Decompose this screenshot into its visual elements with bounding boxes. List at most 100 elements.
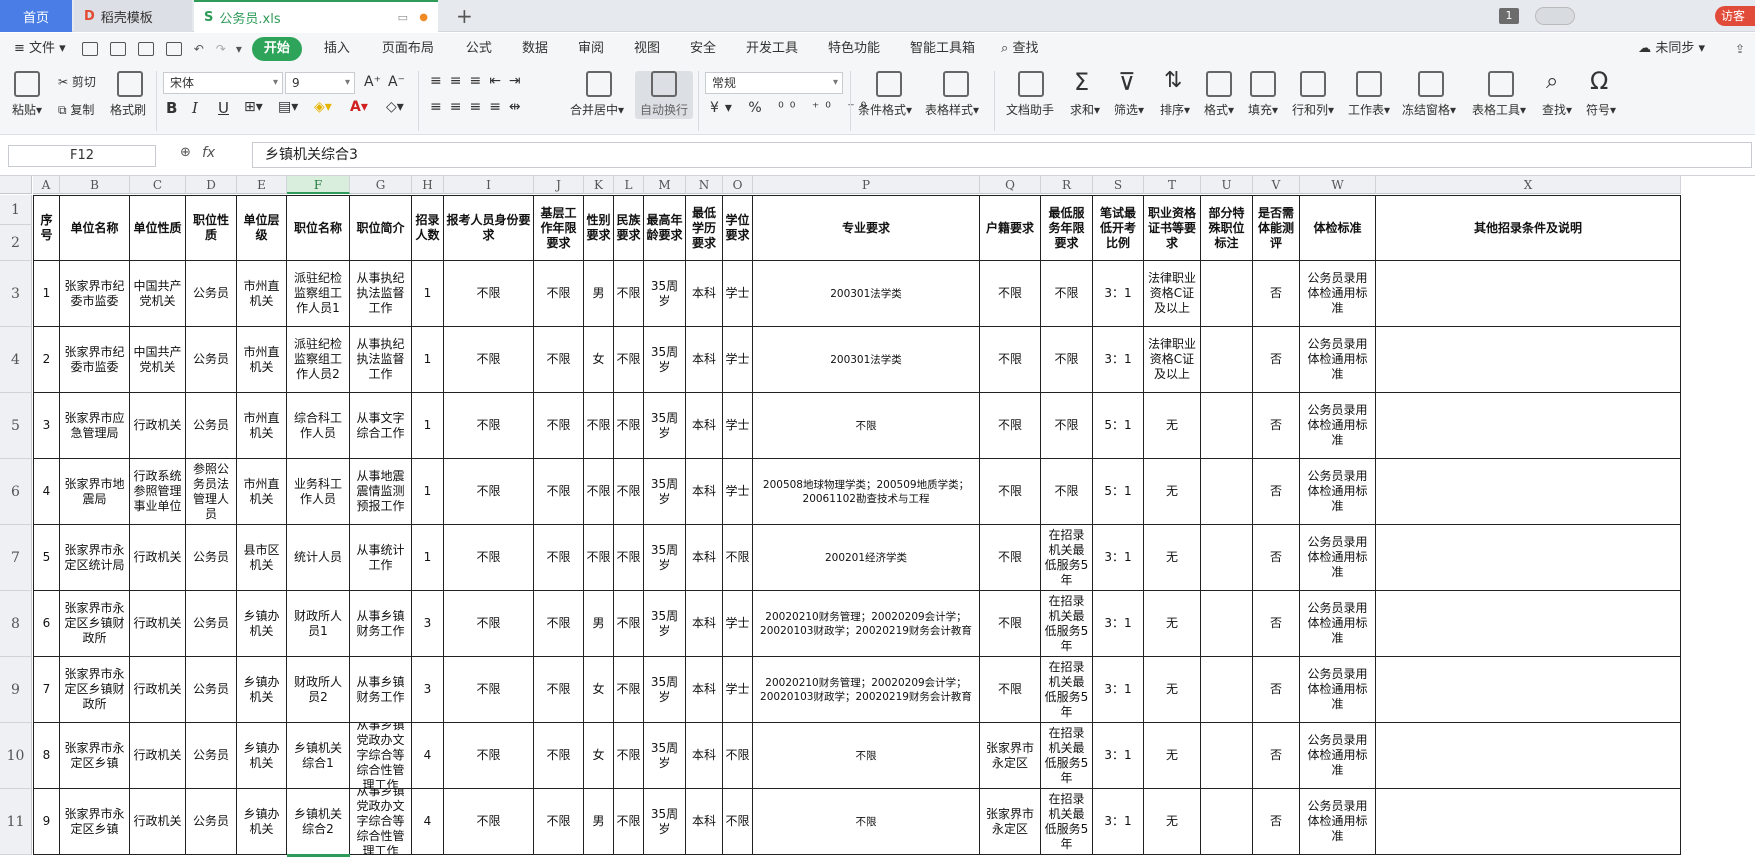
- italic-button[interactable]: I: [192, 99, 198, 117]
- table-cell[interactable]: 不限: [444, 393, 534, 459]
- table-cell[interactable]: 业务科工作人员: [287, 459, 350, 525]
- column-header-l[interactable]: L: [614, 176, 644, 194]
- table-cell[interactable]: 乡镇机关综合1: [287, 723, 350, 789]
- table-cell[interactable]: 法律职业资格C证及以上: [1144, 261, 1201, 327]
- table-cell[interactable]: 乡镇机关综合2: [287, 789, 350, 855]
- table-cell[interactable]: 张家界市应急管理局: [60, 393, 130, 459]
- column-header-g[interactable]: G: [350, 176, 412, 194]
- table-cell[interactable]: 不限: [614, 327, 644, 393]
- table-cell[interactable]: 女: [584, 657, 614, 723]
- table-cell[interactable]: 无: [1144, 657, 1201, 723]
- table-cell[interactable]: 张家界市纪委市监委: [60, 327, 130, 393]
- table-cell[interactable]: 张家界市永定区乡镇财政所: [60, 591, 130, 657]
- table-cell[interactable]: 不限: [980, 261, 1041, 327]
- table-cell[interactable]: 本科: [686, 327, 723, 393]
- column-header-o[interactable]: O: [723, 176, 753, 194]
- format-icon[interactable]: [1206, 71, 1232, 97]
- table-cell[interactable]: 35周岁: [644, 591, 686, 657]
- table-header-cell[interactable]: 部分特殊职位标注: [1201, 195, 1253, 261]
- table-cell[interactable]: 200201经济学类: [753, 525, 980, 591]
- table-cell[interactable]: 不限: [614, 789, 644, 855]
- table-cell[interactable]: 学士: [723, 591, 753, 657]
- table-cell[interactable]: 男: [584, 261, 614, 327]
- table-tools-button[interactable]: 表格工具▾: [1472, 101, 1526, 118]
- table-cell[interactable]: 否: [1253, 459, 1300, 525]
- fill-color-icon[interactable]: ◈▾: [314, 99, 332, 115]
- table-cell[interactable]: 3：1: [1093, 723, 1144, 789]
- increase-font-icon[interactable]: A⁺: [364, 74, 381, 90]
- table-header-cell[interactable]: 报考人员身份要求: [444, 195, 534, 261]
- table-cell[interactable]: 公务员录用体检通用标准: [1300, 657, 1376, 723]
- menu-page-layout[interactable]: 页面布局: [372, 37, 444, 61]
- table-cell[interactable]: 否: [1253, 657, 1300, 723]
- table-cell[interactable]: 公务员录用体检通用标准: [1300, 327, 1376, 393]
- table-cell[interactable]: [1376, 459, 1681, 525]
- table-cell[interactable]: [1376, 789, 1681, 855]
- filter-icon[interactable]: ⊽: [1118, 68, 1136, 96]
- menu-formula[interactable]: 公式: [456, 37, 502, 61]
- table-cell[interactable]: 本科: [686, 657, 723, 723]
- table-cell[interactable]: 不限: [614, 591, 644, 657]
- table-cell[interactable]: 1: [412, 261, 444, 327]
- menu-insert[interactable]: 插入: [314, 37, 360, 61]
- column-header-x[interactable]: X: [1376, 176, 1681, 194]
- table-cell[interactable]: 不限: [1041, 393, 1093, 459]
- table-cell[interactable]: 公务员: [186, 525, 237, 591]
- row-header-9[interactable]: 9: [0, 657, 32, 723]
- paste-icon[interactable]: [14, 71, 40, 97]
- table-header-cell[interactable]: 职位性质: [186, 195, 237, 261]
- table-cell[interactable]: 35周岁: [644, 327, 686, 393]
- table-cell[interactable]: 不限: [534, 789, 584, 855]
- table-cell[interactable]: 本科: [686, 591, 723, 657]
- table-cell[interactable]: 张家界市永定区统计局: [60, 525, 130, 591]
- rows-cols-button[interactable]: 行和列▾: [1292, 101, 1334, 118]
- table-cell[interactable]: 不限: [534, 525, 584, 591]
- user-button[interactable]: 访客: [1715, 6, 1755, 26]
- column-header-m[interactable]: M: [644, 176, 686, 194]
- table-cell[interactable]: 行政机关: [130, 525, 186, 591]
- table-cell[interactable]: 200301法学类: [753, 261, 980, 327]
- column-header-a[interactable]: A: [33, 176, 60, 194]
- table-cell[interactable]: 5: [33, 525, 60, 591]
- column-header-v[interactable]: V: [1253, 176, 1300, 194]
- table-cell[interactable]: 不限: [534, 723, 584, 789]
- table-cell[interactable]: [1376, 657, 1681, 723]
- table-cell[interactable]: 不限: [723, 525, 753, 591]
- table-cell[interactable]: 3：1: [1093, 525, 1144, 591]
- table-cell[interactable]: 3：1: [1093, 327, 1144, 393]
- table-cell[interactable]: 从事统计工作: [350, 525, 412, 591]
- find-button[interactable]: 查找▾: [1542, 101, 1572, 118]
- table-cell[interactable]: 行政系统参照管理事业单位: [130, 459, 186, 525]
- table-cell[interactable]: 乡镇办机关: [237, 723, 287, 789]
- table-cell[interactable]: 从事执纪执法监督工作: [350, 327, 412, 393]
- table-cell[interactable]: 在招录机关最低服务5年: [1041, 723, 1093, 789]
- table-cell[interactable]: 行政机关: [130, 789, 186, 855]
- table-cell[interactable]: [1201, 393, 1253, 459]
- table-cell[interactable]: 不限: [444, 723, 534, 789]
- table-cell[interactable]: 3: [33, 393, 60, 459]
- align-top-row-icons[interactable]: ≡≡≡⇤⇥: [430, 73, 529, 89]
- table-cell[interactable]: 公务员录用体检通用标准: [1300, 459, 1376, 525]
- table-cell[interactable]: 公务员录用体检通用标准: [1300, 261, 1376, 327]
- save-icon[interactable]: [81, 42, 98, 56]
- table-header-cell[interactable]: 学位要求: [723, 195, 753, 261]
- table-cell[interactable]: 不限: [753, 723, 980, 789]
- copy-button[interactable]: ⧉ 复制: [58, 101, 94, 118]
- table-cell[interactable]: 1: [412, 327, 444, 393]
- table-cell[interactable]: 公务员录用体检通用标准: [1300, 591, 1376, 657]
- table-header-cell[interactable]: 性别要求: [584, 195, 614, 261]
- table-cell[interactable]: 9: [33, 789, 60, 855]
- table-style-button[interactable]: 表格样式▾: [925, 101, 979, 118]
- table-header-cell[interactable]: 是否需体能测评: [1253, 195, 1300, 261]
- table-cell[interactable]: [1376, 591, 1681, 657]
- table-cell[interactable]: 6: [33, 591, 60, 657]
- table-cell[interactable]: 4: [412, 723, 444, 789]
- table-cell[interactable]: 35周岁: [644, 261, 686, 327]
- monitor-icon[interactable]: ▭: [398, 11, 408, 24]
- merge-icon[interactable]: [586, 71, 612, 97]
- table-cell[interactable]: 否: [1253, 591, 1300, 657]
- row-header-6[interactable]: 6: [0, 459, 32, 525]
- fill-icon[interactable]: [1250, 71, 1276, 97]
- table-cell[interactable]: 男: [584, 591, 614, 657]
- table-cell[interactable]: 2: [33, 327, 60, 393]
